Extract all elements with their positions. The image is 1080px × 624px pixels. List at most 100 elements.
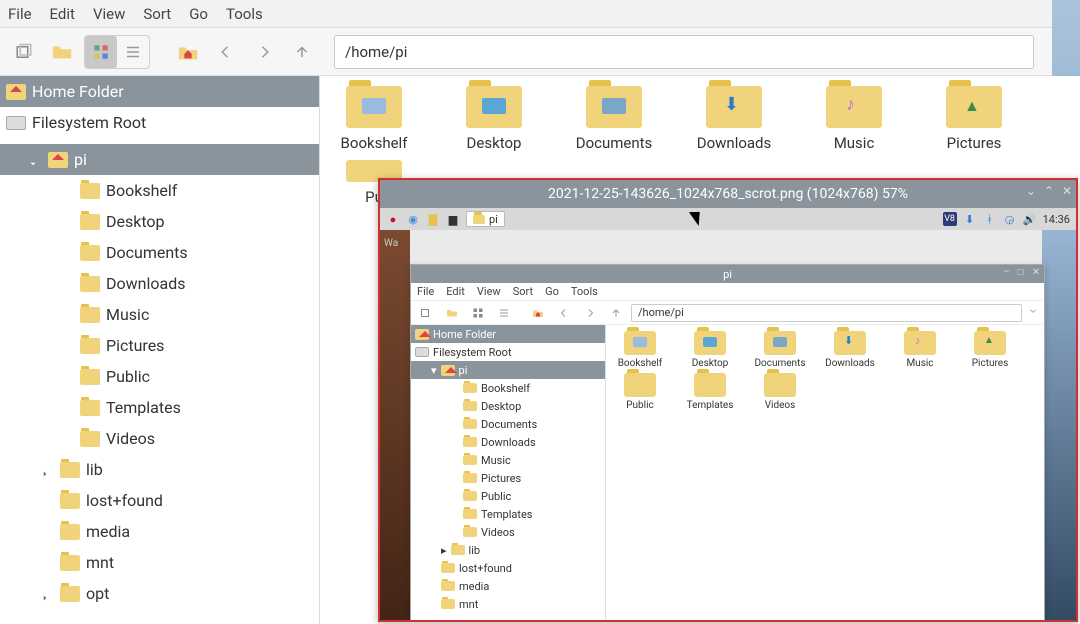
sidebar-item-desktop[interactable]: Desktop [0,206,319,237]
close-icon[interactable]: ✕ [1032,267,1040,278]
inner-sidebar-media[interactable]: media [411,577,605,595]
chevron-up-icon[interactable]: ⌃ [1044,184,1054,198]
new-folder-button[interactable] [46,36,78,68]
up-button[interactable] [605,302,627,324]
sidebar-item-mnt[interactable]: mnt [0,547,319,578]
taskbar-item-pi[interactable]: pi [466,211,505,227]
download-icon[interactable]: ⬇ [963,212,977,226]
inner-folder-templates[interactable]: Templates [682,373,738,411]
sidebar-item-videos[interactable]: Videos [0,423,319,454]
inner-sidebar-documents[interactable]: Documents [411,415,605,433]
sidebar-item-opt[interactable]: opt [0,578,319,609]
new-tab-button[interactable] [8,36,40,68]
chevron-right-icon[interactable]: ▸ [441,544,447,557]
menu-sort[interactable]: Sort [143,5,171,23]
up-button[interactable] [286,36,318,68]
sidebar-home-folder[interactable]: Home Folder [0,76,319,107]
menu-go[interactable]: Go [545,285,559,298]
icon-view-button[interactable] [85,36,117,68]
list-view-button[interactable] [117,36,149,68]
inner-folder-music[interactable]: Music [892,331,948,369]
sidebar-item-media[interactable]: media [0,516,319,547]
forward-button[interactable] [579,302,601,324]
inner-sidebar-home[interactable]: Home Folder [411,325,605,343]
inner-content-area[interactable]: Bookshelf Desktop Documents Downloads Mu… [606,325,1044,620]
close-icon[interactable]: ✕ [1062,184,1072,198]
folder-documents[interactable]: Documents [568,86,660,152]
inner-sidebar-mnt[interactable]: mnt [411,595,605,613]
maximize-icon[interactable]: □ [1018,267,1024,278]
menu-view[interactable]: View [477,285,501,298]
chevron-right-icon[interactable] [40,588,52,600]
inner-folder-downloads[interactable]: Downloads [822,331,878,369]
home-button[interactable] [527,302,549,324]
sidebar-filesystem-root[interactable]: Filesystem Root [0,107,319,138]
inner-sidebar-lostfound[interactable]: lost+found [411,559,605,577]
sidebar-item-templates[interactable]: Templates [0,392,319,423]
inner-folder-public[interactable]: Public [612,373,668,411]
inner-sidebar-bookshelf[interactable]: Bookshelf [411,379,605,397]
sidebar-item-public[interactable]: Public [0,361,319,392]
sidebar-item-downloads[interactable]: Downloads [0,268,319,299]
inner-sidebar-public[interactable]: Public [411,487,605,505]
sidebar-item-documents[interactable]: Documents [0,237,319,268]
chevron-down-icon[interactable]: ⌄ [1026,184,1036,198]
menu-view[interactable]: View [93,5,125,23]
folder-pictures[interactable]: Pictures [928,86,1020,152]
menu-tools[interactable]: Tools [571,285,598,298]
wifi-icon[interactable]: ◶ [1003,212,1017,226]
path-dropdown-icon[interactable] [1026,306,1040,319]
inner-folder-videos[interactable]: Videos [752,373,808,411]
inner-filemanager-window[interactable]: pi – □ ✕ File Edit View Sort Go Tools [410,264,1045,620]
menu-tools[interactable]: Tools [226,5,263,23]
back-button[interactable] [210,36,242,68]
folder-music[interactable]: Music [808,86,900,152]
terminal-icon[interactable]: ▆ [446,212,460,226]
sidebar-item-pi[interactable]: pi [0,144,319,175]
new-tab-button[interactable] [415,302,437,324]
menu-edit[interactable]: Edit [446,285,465,298]
chevron-down-icon[interactable]: ▾ [431,364,437,377]
menu-go[interactable]: Go [189,5,208,23]
globe-icon[interactable]: ◉ [406,212,420,226]
image-viewer-window[interactable]: 2021-12-25-143626_1024x768_scrot.png (10… [378,178,1078,622]
folder-icon[interactable]: ▇ [426,212,440,226]
path-input[interactable]: /home/pi [334,35,1034,69]
minimize-icon[interactable]: – [1003,267,1010,278]
back-button[interactable] [553,302,575,324]
menu-sort[interactable]: Sort [513,285,533,298]
folder-downloads[interactable]: Downloads [688,86,780,152]
new-folder-button[interactable] [441,302,463,324]
sidebar-item-music[interactable]: Music [0,299,319,330]
inner-sidebar-videos[interactable]: Videos [411,523,605,541]
sidebar-item-bookshelf[interactable]: Bookshelf [0,175,319,206]
inner-titlebar[interactable]: pi – □ ✕ [411,265,1044,283]
folder-bookshelf[interactable]: Bookshelf [328,86,420,152]
bluetooth-icon[interactable]: ᚼ [983,212,997,226]
inner-folder-pictures[interactable]: Pictures [962,331,1018,369]
raspberry-icon[interactable]: ● [386,212,400,226]
inner-sidebar-music[interactable]: Music [411,451,605,469]
inner-path-input[interactable]: /home/pi [631,304,1022,322]
image-viewer-titlebar[interactable]: 2021-12-25-143626_1024x768_scrot.png (10… [380,180,1076,208]
forward-button[interactable] [248,36,280,68]
inner-folder-bookshelf[interactable]: Bookshelf [612,331,668,369]
list-view-button[interactable] [493,302,515,324]
menu-file[interactable]: File [8,5,32,23]
inner-sidebar-downloads[interactable]: Downloads [411,433,605,451]
chevron-down-icon[interactable] [28,154,40,166]
volume-icon[interactable]: 🔊 [1023,212,1037,226]
menu-edit[interactable]: Edit [50,5,75,23]
inner-sidebar-lib[interactable]: ▸lib [411,541,605,559]
sidebar-item-lib[interactable]: lib [0,454,319,485]
inner-sidebar-pi[interactable]: ▾pi [411,361,605,379]
inner-sidebar-pictures[interactable]: Pictures [411,469,605,487]
inner-sidebar-templates[interactable]: Templates [411,505,605,523]
sidebar-item-pictures[interactable]: Pictures [0,330,319,361]
inner-sidebar-desktop[interactable]: Desktop [411,397,605,415]
inner-sidebar-fsroot[interactable]: Filesystem Root [411,343,605,361]
chevron-right-icon[interactable] [40,464,52,476]
sidebar-item-lostfound[interactable]: lost+found [0,485,319,516]
icon-view-button[interactable] [467,302,489,324]
inner-folder-desktop[interactable]: Desktop [682,331,738,369]
